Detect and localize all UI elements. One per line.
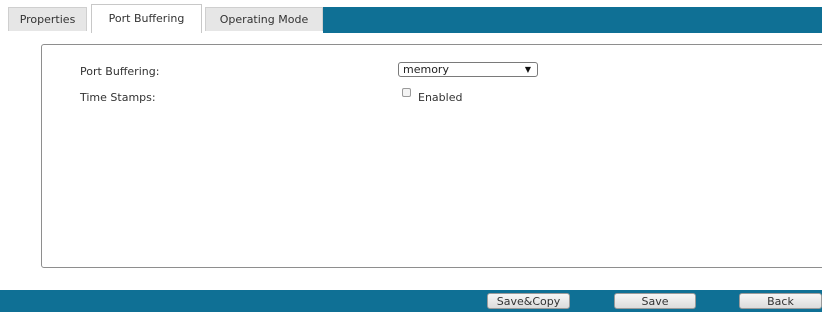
time-stamps-enabled-label[interactable]: Enabled bbox=[418, 91, 462, 104]
tab-bar: Properties Port Buffering Operating Mode bbox=[0, 0, 822, 33]
save-button[interactable]: Save bbox=[614, 293, 696, 309]
port-buffering-select[interactable]: memory ▼ bbox=[398, 62, 538, 77]
tab-bar-background bbox=[323, 7, 822, 33]
time-stamps-checkbox[interactable] bbox=[402, 88, 411, 97]
tab-operating-mode[interactable]: Operating Mode bbox=[205, 7, 323, 31]
port-buffering-label: Port Buffering: bbox=[80, 65, 160, 78]
footer-bar: Save&Copy Save Back bbox=[0, 290, 822, 312]
save-and-copy-button[interactable]: Save&Copy bbox=[487, 293, 570, 309]
port-buffering-selected-value: memory bbox=[403, 63, 449, 76]
tab-properties[interactable]: Properties bbox=[8, 7, 87, 31]
time-stamps-label: Time Stamps: bbox=[80, 91, 156, 104]
tab-port-buffering[interactable]: Port Buffering bbox=[91, 4, 202, 33]
back-button[interactable]: Back bbox=[739, 293, 822, 309]
chevron-down-icon: ▼ bbox=[524, 65, 531, 74]
